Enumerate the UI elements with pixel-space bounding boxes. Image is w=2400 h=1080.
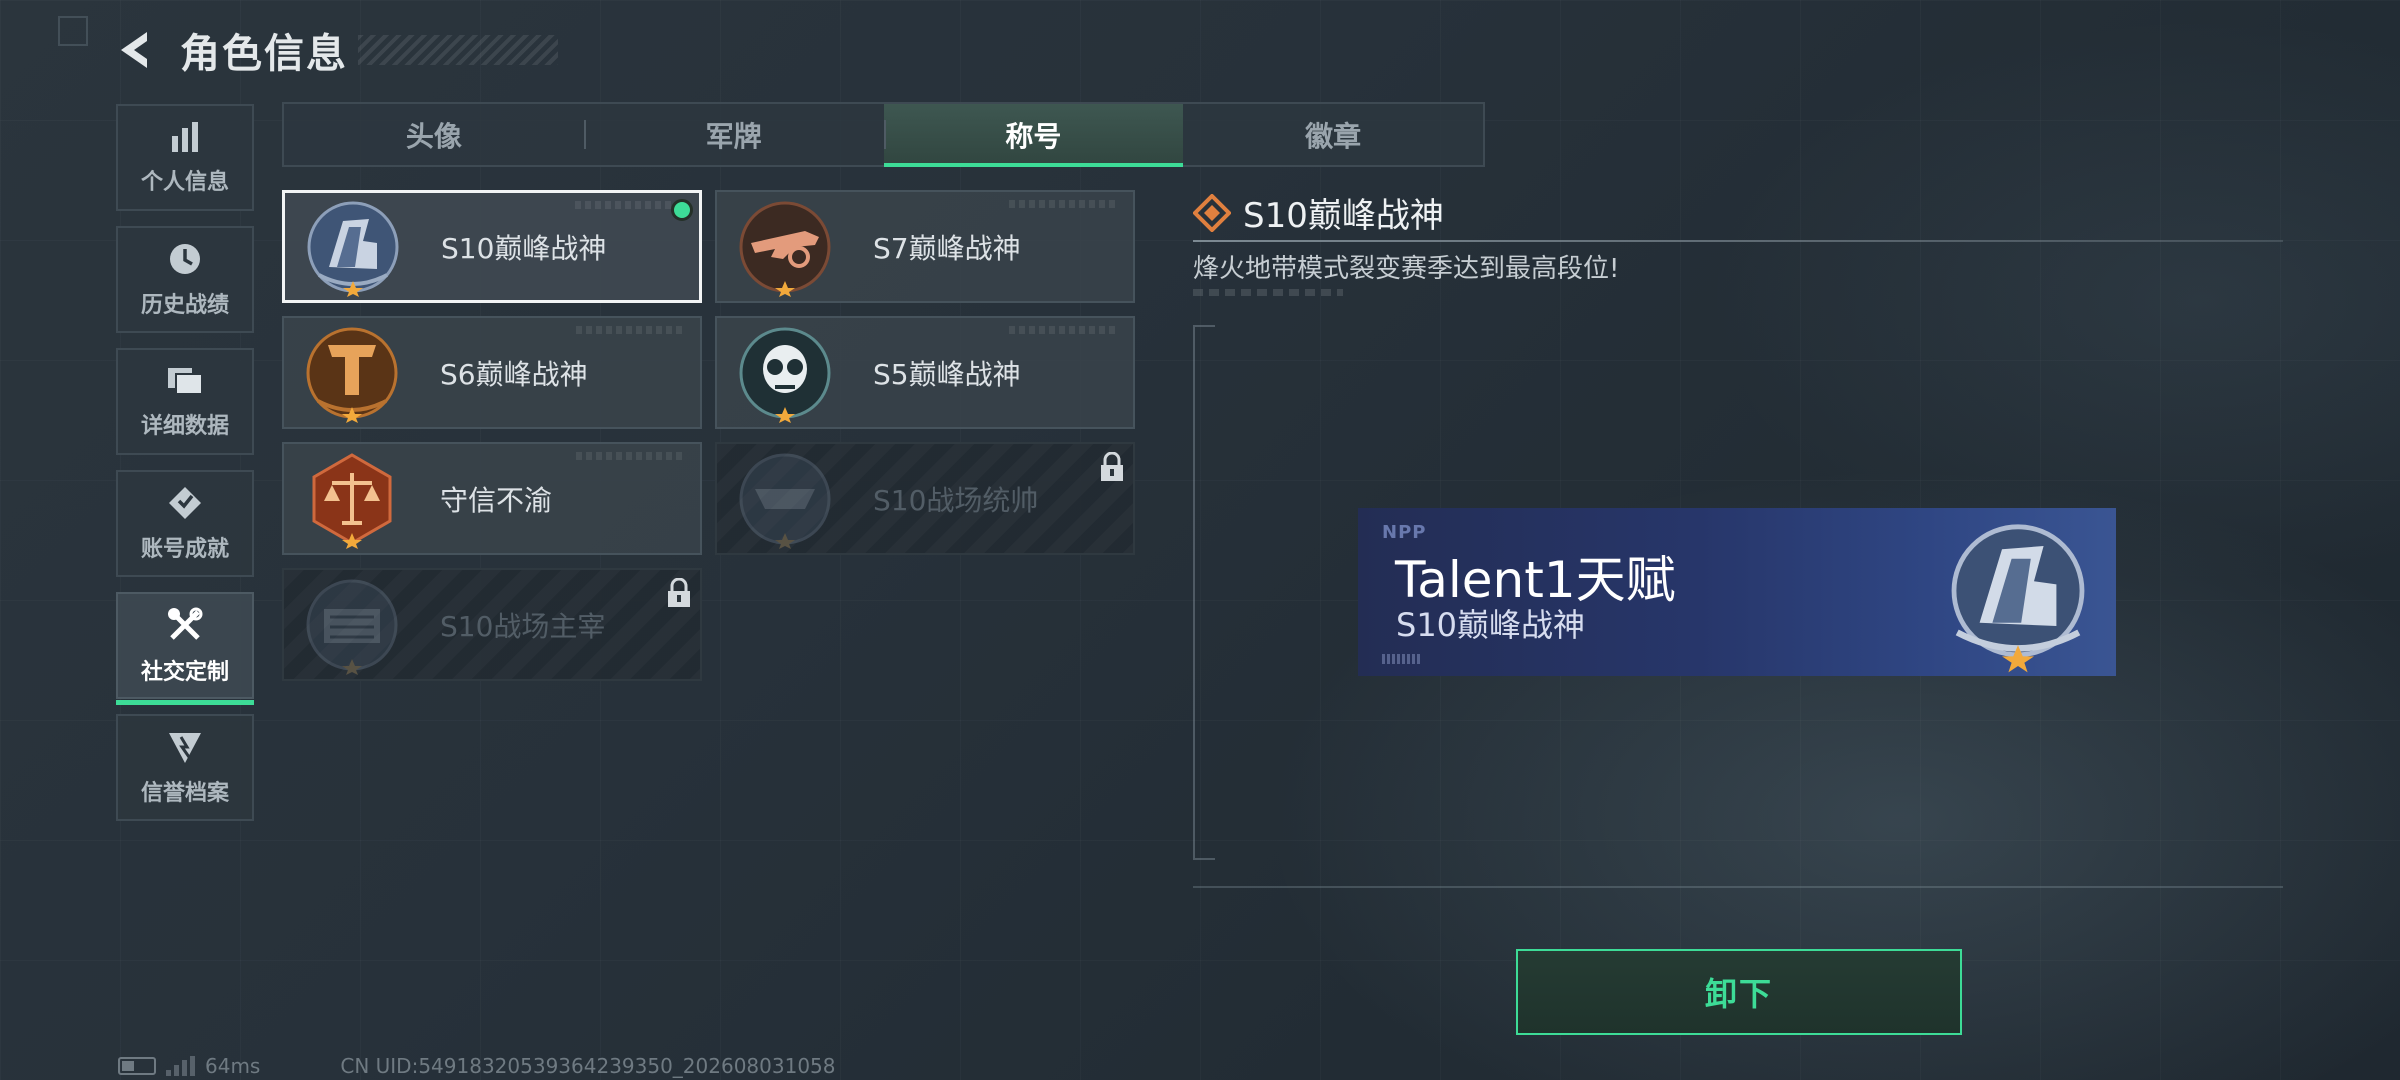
title-card-s10-peak[interactable]: S10巅峰战神 xyxy=(282,190,702,303)
preview-frame xyxy=(1193,325,1215,860)
colosseum-emblem-icon xyxy=(306,579,398,675)
sidebar-item-label: 信誉档案 xyxy=(140,780,229,806)
s7-peak-emblem-icon xyxy=(739,201,831,297)
card-decoration xyxy=(1009,326,1119,334)
sidebar-item-history[interactable]: 历史战绩 xyxy=(116,226,254,333)
s10-peak-emblem-icon xyxy=(307,201,399,297)
shield-icon xyxy=(169,732,201,763)
divider xyxy=(1193,886,2283,888)
card-decoration xyxy=(1009,200,1119,208)
sidebar-item-label: 历史战绩 xyxy=(140,292,229,318)
sidebar-item-detailed-data[interactable]: 详细数据 xyxy=(116,348,254,455)
back-button[interactable] xyxy=(110,25,160,75)
sidebar-item-label: 个人信息 xyxy=(140,169,229,195)
title-card-name: S10战场主宰 xyxy=(440,609,606,643)
nameplate-code-decoration xyxy=(1382,654,1422,664)
title-tabs: 头像 军牌 称号 徽章 xyxy=(282,102,1485,167)
title-card-name: S5巅峰战神 xyxy=(873,357,1021,391)
status-bar: 64ms CN UID:5491832053936423935‍0_202608… xyxy=(118,1054,836,1078)
divider xyxy=(1193,240,2283,242)
s10-peak-emblem-icon xyxy=(1951,524,2085,673)
title-card-s10-commander[interactable]: S10战场统帅 xyxy=(715,442,1135,555)
sidebar-item-reputation[interactable]: 信誉档案 xyxy=(116,714,254,821)
lock-icon xyxy=(668,578,690,607)
equipped-indicator xyxy=(671,199,693,221)
bar-chart-icon xyxy=(172,121,198,152)
unequip-button[interactable]: 卸下 xyxy=(1516,949,1962,1035)
card-decoration xyxy=(576,452,686,460)
user-uid: CN UID:5491832053936423935‍0_20260803105… xyxy=(340,1054,836,1078)
card-decoration xyxy=(575,201,685,209)
signal-icon xyxy=(166,1056,195,1076)
scales-emblem-icon xyxy=(312,452,392,549)
title-card-s10-dominator[interactable]: S10战场主宰 xyxy=(282,568,702,681)
tools-icon xyxy=(168,607,203,640)
title-card-name: S10战场统帅 xyxy=(873,483,1039,517)
title-card-s7-peak[interactable]: S7巅峰战神 xyxy=(715,190,1135,303)
corner-marker xyxy=(58,16,88,46)
folder-icon xyxy=(168,367,203,395)
s5-peak-emblem-icon xyxy=(739,327,831,423)
sidebar: 个人信息 历史战绩 详细数据 账号成就 社交定制 信誉档案 xyxy=(116,104,254,836)
tab-avatar[interactable]: 头像 xyxy=(284,104,584,165)
detail-description: 烽火地带模式裂变赛季达到最高段位! xyxy=(1193,254,1620,284)
sidebar-item-label: 账号成就 xyxy=(140,536,229,562)
page-title: 角色信息 xyxy=(180,31,348,77)
back-arrow-icon xyxy=(121,32,147,68)
clock-icon xyxy=(170,243,200,274)
tab-title[interactable]: 称号 xyxy=(883,104,1184,167)
sidebar-item-label: 详细数据 xyxy=(140,413,229,439)
achievement-icon xyxy=(169,486,201,519)
card-decoration xyxy=(576,326,686,334)
sidebar-item-achievements[interactable]: 账号成就 xyxy=(116,470,254,577)
nameplate-preview: NPP Talent1天赋 S10巅峰战神 xyxy=(1358,508,2116,676)
title-card-s6-peak[interactable]: S6巅峰战神 xyxy=(282,316,702,429)
unequip-button-label: 卸下 xyxy=(1704,975,1773,1013)
sidebar-item-social-customization[interactable]: 社交定制 xyxy=(116,592,254,705)
sidebar-item-label: 社交定制 xyxy=(140,659,229,685)
diamond-icon xyxy=(1193,193,1231,232)
sidebar-item-personal-info[interactable]: 个人信息 xyxy=(116,104,254,211)
detail-title: S10巅峰战神 xyxy=(1243,196,1444,236)
tab-badge[interactable]: 徽章 xyxy=(1183,104,1483,165)
title-card-s5-peak[interactable]: S5巅峰战神 xyxy=(715,316,1135,429)
nameplate-title: S10巅峰战神 xyxy=(1396,606,1586,644)
header: 角色信息 xyxy=(110,22,558,78)
title-card-keep-faith[interactable]: 守信不渝 xyxy=(282,442,702,555)
battery-icon xyxy=(118,1057,156,1075)
title-card-name: S7巅峰战神 xyxy=(873,231,1021,265)
title-decoration xyxy=(358,35,558,65)
title-card-name: S6巅峰战神 xyxy=(440,357,588,391)
ping-value: 64ms xyxy=(205,1054,261,1078)
description-decoration xyxy=(1193,289,1343,296)
commander-emblem-icon xyxy=(739,453,831,549)
title-card-name: S10巅峰战神 xyxy=(441,231,607,265)
detail-header: S10巅峰战神 xyxy=(1193,188,1444,237)
lock-icon xyxy=(1101,452,1123,481)
title-card-name: 守信不渝 xyxy=(440,483,553,517)
s6-peak-emblem-icon xyxy=(306,327,398,423)
tab-dog-tag[interactable]: 军牌 xyxy=(583,104,884,165)
